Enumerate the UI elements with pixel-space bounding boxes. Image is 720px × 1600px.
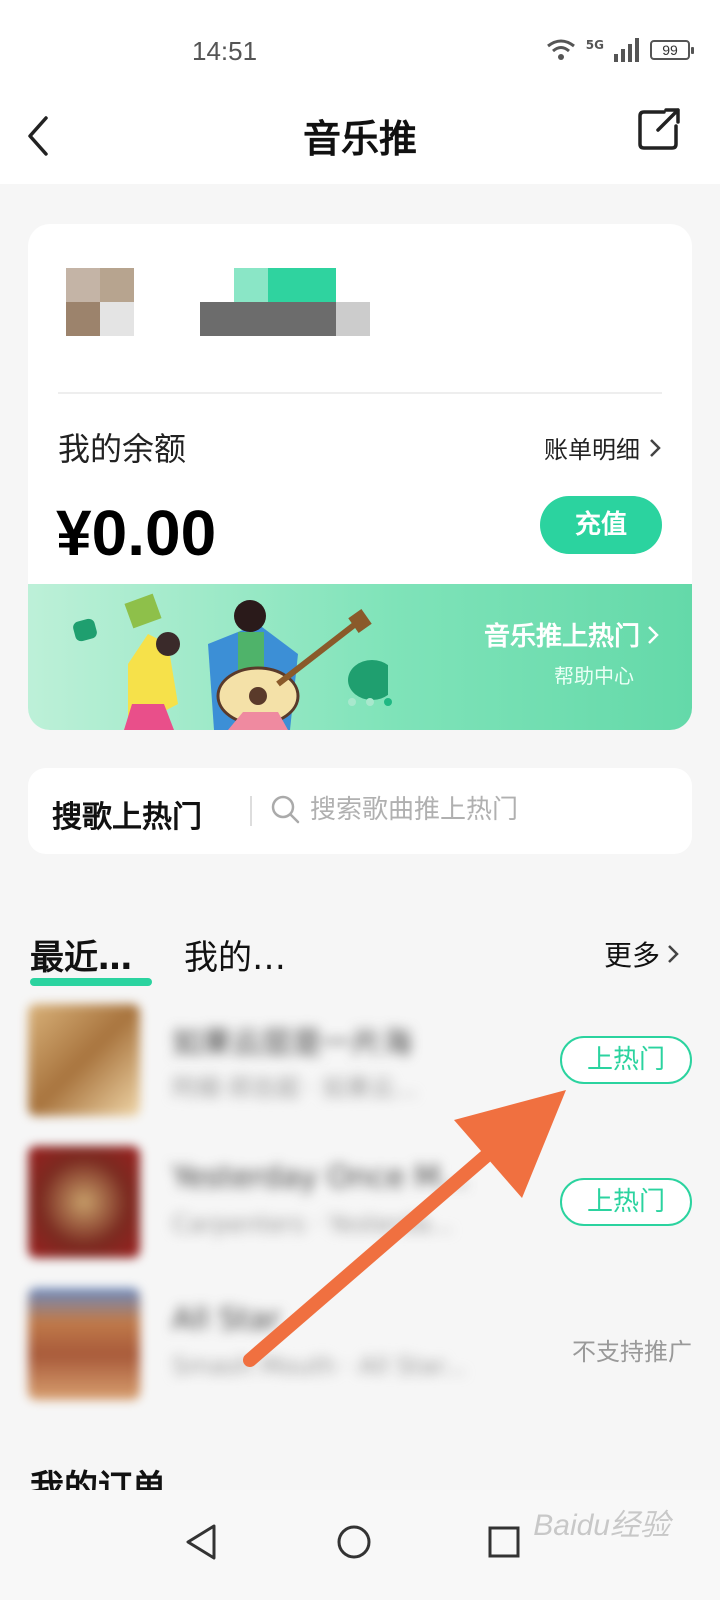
banner-subtitle: 帮助中心 [554, 664, 634, 688]
chevron-right-icon [668, 945, 679, 963]
banner-title-text: 音乐推上热门 [483, 622, 640, 652]
song-artist: Smash Mouth · All Star... [172, 1352, 467, 1380]
more-label: 更多 [603, 939, 660, 972]
song-title: Yesterday Once M... [172, 1160, 469, 1195]
battery-icon: 99 [650, 40, 694, 60]
nav-home-icon[interactable] [324, 1512, 384, 1572]
song-cover [28, 1288, 140, 1400]
signal-icon [614, 38, 639, 62]
share-icon[interactable] [634, 102, 690, 158]
divider [250, 796, 252, 826]
balance-amount: ¥0.00 [56, 497, 217, 569]
divider [58, 392, 662, 394]
tab-mine[interactable]: 我的… [184, 930, 286, 979]
song-row[interactable]: 如果云层是一片海 阿细·郑吉超 · 如果云... 上热门 [28, 1004, 692, 1116]
status-bar: 14:51 5G 99 [0, 0, 720, 88]
search-input[interactable] [310, 790, 670, 830]
nav-recents-icon[interactable] [474, 1512, 534, 1572]
tab-recent[interactable]: 最近… [30, 930, 132, 979]
search-title: 搜歌上热门 [52, 800, 202, 835]
song-title: 如果云层是一片海 [172, 1026, 412, 1061]
song-cover [28, 1004, 140, 1116]
chevron-right-icon [650, 438, 661, 457]
promo-banner[interactable]: 音乐推上热门 帮助中心 [28, 584, 692, 730]
status-icons: 5G 99 [546, 38, 694, 62]
balance-label: 我的余额 [58, 430, 187, 468]
promote-hot-button[interactable]: 上热门 [560, 1036, 692, 1084]
watermark-logo: Baidu经验 [533, 1509, 670, 1542]
carousel-dot-active [384, 698, 392, 706]
nav-bar: 音乐推 [0, 88, 720, 184]
song-title: All Star [172, 1302, 281, 1337]
status-time: 14:51 [192, 36, 258, 66]
balance-card: 我的余额 账单明细 ¥0.00 充值 音乐推上热门 帮助中心 [28, 224, 692, 730]
song-row[interactable]: All Star Smash Mouth · All Star... 不支持推广 [28, 1288, 692, 1400]
search-card: 搜歌上热门 [28, 768, 692, 854]
carousel-indicator [348, 698, 392, 706]
search-icon [271, 795, 300, 824]
song-artist: 阿细·郑吉超 · 如果云... [172, 1074, 418, 1102]
page-title: 音乐推 [302, 117, 417, 161]
tab-active-indicator [30, 978, 152, 986]
carousel-dot [366, 698, 374, 706]
bill-detail-link[interactable]: 账单明细 [544, 430, 662, 465]
banner-title: 音乐推上热门 [484, 616, 660, 653]
song-cover [28, 1146, 140, 1258]
song-row[interactable]: Yesterday Once M... Carpenters · Yesterd… [28, 1146, 692, 1258]
more-link[interactable]: 更多 [604, 934, 680, 974]
unsupported-label: 不支持推广 [572, 1338, 692, 1366]
song-artist: Carpenters · Yesterda... [172, 1210, 454, 1238]
recharge-button[interactable]: 充值 [540, 496, 662, 554]
chevron-right-icon [648, 625, 659, 644]
wifi-icon [546, 39, 575, 60]
carousel-dot [348, 698, 356, 706]
nav-back-icon[interactable] [172, 1512, 232, 1572]
bill-detail-label: 账单明细 [544, 436, 640, 464]
promote-hot-button[interactable]: 上热门 [560, 1178, 692, 1226]
network-label: 5G [585, 38, 604, 52]
banner-illustration [73, 593, 388, 730]
